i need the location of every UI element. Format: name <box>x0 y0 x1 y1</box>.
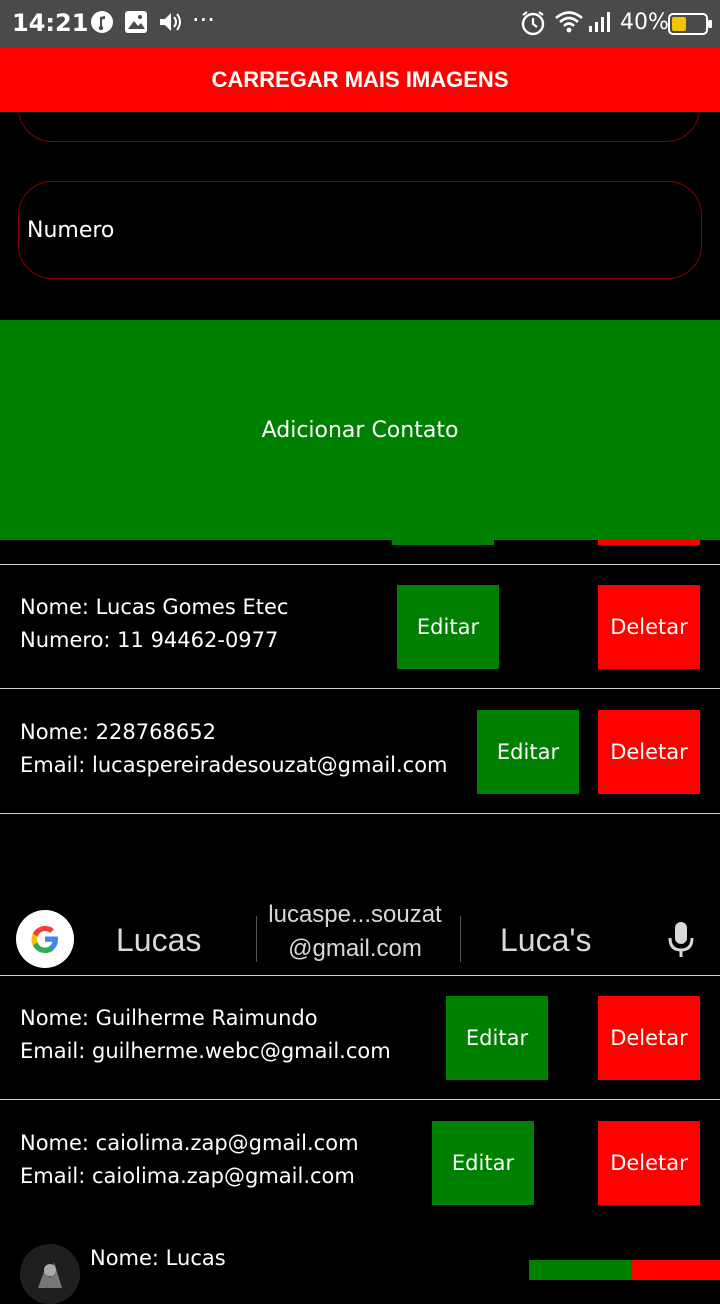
signal-icon <box>588 10 612 38</box>
battery-icon <box>668 13 714 39</box>
contact-info: Nome: 228768652 Email: lucaspereiradesou… <box>20 716 448 782</box>
battery-percent: 40% <box>620 10 669 35</box>
status-bar: 14:21 ··· 40% <box>0 0 720 48</box>
contact-email: Email: caiolima.zap@gmail.com <box>20 1164 355 1188</box>
suggestion-right[interactable]: Luca's <box>500 922 592 959</box>
suggestion-middle-line1: lucaspe...souzat <box>268 901 442 928</box>
edit-button[interactable] <box>529 1260 631 1280</box>
contact-number: Numero: 11 94462-0977 <box>20 628 279 652</box>
edit-button[interactable]: Editar <box>397 585 499 669</box>
contact-name: Nome: Lucas Gomes Etec <box>20 595 289 619</box>
contact-row: Nome: 228768652 Email: lucaspereiradesou… <box>0 690 720 814</box>
delete-button[interactable]: Deletar <box>598 996 700 1080</box>
delete-button[interactable]: Deletar <box>598 585 700 669</box>
status-time: 14:21 <box>12 9 89 37</box>
contact-email: Email: guilherme.webc@gmail.com <box>20 1039 391 1063</box>
music-icon <box>90 10 114 38</box>
delete-button[interactable]: Deletar <box>598 1121 700 1205</box>
suggestion-middle-line2: @gmail.com <box>288 935 422 962</box>
more-icon: ··· <box>192 6 215 34</box>
edit-button[interactable]: Editar <box>432 1121 534 1205</box>
edit-button[interactable]: Editar <box>446 996 548 1080</box>
contact-name: Nome: 228768652 <box>20 720 216 744</box>
delete-button[interactable]: Deletar <box>598 710 700 794</box>
edit-button[interactable]: Editar <box>477 710 579 794</box>
avatar <box>20 1244 80 1304</box>
numero-input[interactable]: Numero <box>18 181 702 279</box>
add-contact-button[interactable]: Adicionar Contato <box>0 320 720 540</box>
load-more-images-button-overlay[interactable]: CARREGAR MAIS IMAGENS <box>0 48 720 112</box>
add-contact-label: Adicionar Contato <box>261 417 459 443</box>
suggestion-separator <box>460 916 461 962</box>
contact-name: Nome: Guilherme Raimundo <box>20 1006 318 1030</box>
contact-row: Nome: caiolima.zap@gmail.com Email: caio… <box>0 1101 720 1225</box>
load-more-images-label-overlay: CARREGAR MAIS IMAGENS <box>211 67 509 92</box>
google-icon[interactable] <box>16 910 74 968</box>
contact-email: Email: lucaspereiradesouzat@gmail.com <box>20 753 448 777</box>
contact-row: Nome: Lucas Gomes Etec Numero: 11 94462-… <box>0 565 720 689</box>
image-icon <box>124 10 148 38</box>
contact-info: Nome: Guilherme Raimundo Email: guilherm… <box>20 1002 391 1068</box>
delete-button[interactable] <box>631 1260 720 1280</box>
contact-info: Nome: caiolima.zap@gmail.com Email: caio… <box>20 1127 359 1193</box>
suggestion-left[interactable]: Lucas <box>116 922 201 959</box>
contact-name: Nome: Lucas <box>90 1246 226 1270</box>
contact-name: Nome: caiolima.zap@gmail.com <box>20 1131 359 1155</box>
suggestion-separator <box>256 916 257 962</box>
keyboard-suggestion-bar: Lucas lucaspe...souzat @gmail.com Luca's <box>0 890 720 976</box>
contact-info: Nome: Lucas Gomes Etec Numero: 11 94462-… <box>20 591 288 657</box>
suggestion-middle[interactable]: lucaspe...souzat @gmail.com <box>260 898 450 966</box>
volume-icon <box>158 10 184 38</box>
wifi-icon <box>554 10 584 38</box>
microphone-icon[interactable] <box>666 920 696 964</box>
numero-placeholder: Numero <box>27 218 115 243</box>
contact-row: Nome: Guilherme Raimundo Email: guilherm… <box>0 976 720 1100</box>
alarm-icon <box>520 10 546 40</box>
